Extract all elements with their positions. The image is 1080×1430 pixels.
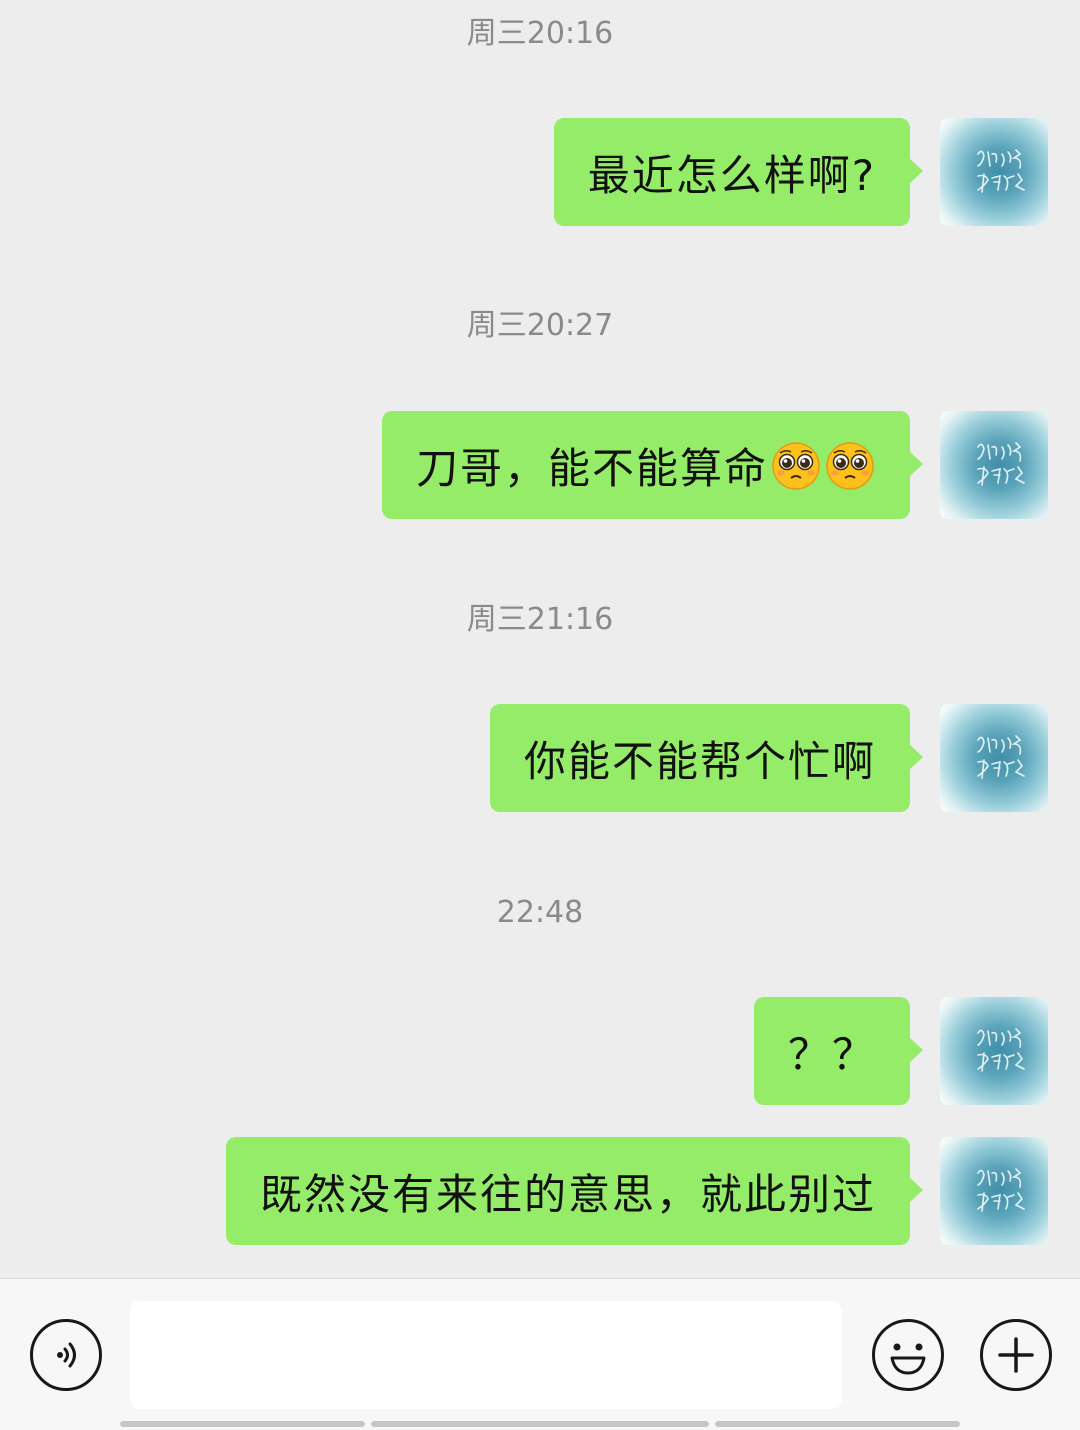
avatar-calligraphy-image: [977, 149, 1025, 193]
emoji-button[interactable]: [872, 1319, 944, 1391]
avatar-calligraphy-image: [977, 1028, 1025, 1072]
message-bubble[interactable]: 刀哥，能不能算命: [381, 411, 924, 519]
message-bubble[interactable]: ？？: [753, 997, 924, 1105]
plus-icon: [998, 1337, 1034, 1373]
avatar[interactable]: [940, 411, 1048, 519]
avatar[interactable]: [940, 704, 1048, 812]
message-text: 刀哥，能不能算命: [415, 443, 768, 493]
timestamp: 周三21:16: [466, 602, 614, 637]
message-text: 既然没有来往的意思，就此别过: [259, 1169, 876, 1219]
message-input[interactable]: [130, 1301, 842, 1409]
avatar[interactable]: [940, 1137, 1048, 1245]
voice-button[interactable]: [30, 1319, 102, 1391]
message-bubble[interactable]: 既然没有来往的意思，就此别过: [225, 1137, 924, 1245]
message-text: ？？: [787, 1029, 876, 1079]
avatar-calligraphy-image: [977, 735, 1025, 779]
pleading-face-icon: [772, 442, 820, 490]
message-text: 你能不能帮个忙啊: [523, 736, 876, 786]
message-row: 刀哥，能不能算命: [381, 411, 1048, 519]
message-row: 最近怎么样啊?: [553, 118, 1048, 226]
chat-area[interactable]: 周三20:16 最近怎么样啊? 周三20:27 刀哥，能不能算命 周三21:16…: [0, 0, 1080, 1278]
scroll-indicator: [120, 1421, 365, 1427]
pleading-face-icon: [826, 442, 874, 490]
message-row: 既然没有来往的意思，就此别过: [225, 1137, 1048, 1245]
more-button[interactable]: [980, 1319, 1052, 1391]
message-bubble[interactable]: 你能不能帮个忙啊: [489, 704, 924, 812]
timestamp: 22:48: [496, 895, 584, 930]
message-row: 你能不能帮个忙啊: [489, 704, 1048, 812]
timestamp: 周三20:16: [466, 16, 614, 51]
avatar[interactable]: [940, 118, 1048, 226]
message-row: ？？: [753, 997, 1048, 1105]
smiley-icon: [890, 1343, 926, 1375]
avatar-calligraphy-image: [977, 1168, 1025, 1212]
avatar[interactable]: [940, 997, 1048, 1105]
message-bubble[interactable]: 最近怎么样啊?: [553, 118, 924, 226]
scroll-indicator: [371, 1421, 709, 1427]
timestamp: 周三20:27: [466, 308, 614, 343]
input-bar: [0, 1278, 1080, 1430]
voice-icon: [57, 1342, 76, 1368]
avatar-calligraphy-image: [977, 442, 1025, 486]
message-text: 最近怎么样啊?: [587, 150, 876, 200]
scroll-indicator: [715, 1421, 960, 1427]
